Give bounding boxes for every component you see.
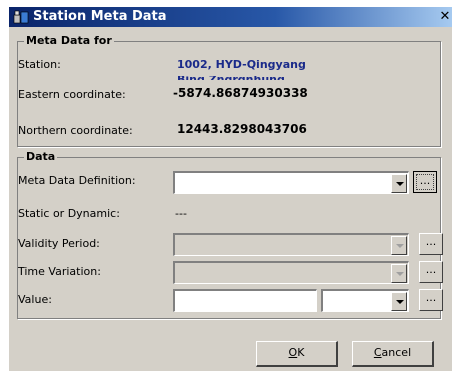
station-label: Station: bbox=[18, 58, 61, 71]
meta-data-definition-select[interactable] bbox=[173, 171, 409, 194]
eastern-coordinate-value: -5874.86874930338 bbox=[173, 86, 308, 100]
static-or-dynamic-value: --- bbox=[175, 207, 187, 220]
northern-coordinate-value: 12443.8298043706 bbox=[177, 122, 307, 136]
ok-label-rest: K bbox=[297, 346, 305, 359]
eastern-coordinate-label: Eastern coordinate: bbox=[18, 88, 126, 101]
station-app-icon bbox=[13, 10, 29, 24]
validity-period-browse-button[interactable]: ... bbox=[419, 233, 443, 255]
validity-period-select[interactable] bbox=[173, 233, 409, 256]
static-or-dynamic-label: Static or Dynamic: bbox=[18, 207, 120, 220]
station-value: 1002, HYD-Qingyang bbox=[177, 58, 306, 71]
station-value-overflow: Bing Zngrgnhung bbox=[177, 76, 285, 80]
value-unit-select[interactable] bbox=[321, 289, 409, 312]
chevron-down-icon[interactable] bbox=[391, 264, 407, 283]
northern-coordinate-label: Northern coordinate: bbox=[18, 124, 133, 137]
data-legend: Data bbox=[24, 150, 58, 163]
meta-data-definition-label: Meta Data Definition: bbox=[18, 174, 136, 187]
time-variation-label: Time Variation: bbox=[18, 265, 101, 278]
chevron-down-icon[interactable] bbox=[391, 236, 407, 255]
ok-accelerator: O bbox=[288, 346, 298, 359]
meta-data-definition-browse-button[interactable]: ... bbox=[413, 171, 437, 193]
chevron-down-icon[interactable] bbox=[391, 174, 407, 193]
title-bar[interactable]: Station Meta Data ✕ bbox=[9, 7, 452, 27]
validity-period-label: Validity Period: bbox=[18, 237, 100, 250]
ok-button[interactable]: OK bbox=[256, 341, 338, 367]
time-variation-browse-button[interactable]: ... bbox=[419, 261, 443, 283]
browse-label: ... bbox=[416, 174, 434, 190]
value-label: Value: bbox=[18, 293, 52, 306]
window-title: Station Meta Data bbox=[33, 9, 167, 24]
value-input[interactable] bbox=[173, 289, 317, 312]
cancel-accelerator: C bbox=[373, 346, 382, 359]
value-browse-button[interactable]: ... bbox=[419, 289, 443, 311]
close-icon[interactable]: ✕ bbox=[438, 9, 452, 25]
dialog-window: Station Meta Data ✕ Meta Data for Statio… bbox=[8, 6, 452, 371]
time-variation-select[interactable] bbox=[173, 261, 409, 284]
chevron-down-icon[interactable] bbox=[391, 292, 407, 311]
meta-data-legend: Meta Data for bbox=[24, 34, 114, 47]
meta-data-definition-value bbox=[175, 178, 178, 191]
cancel-button[interactable]: Cancel bbox=[352, 341, 434, 367]
cancel-label-rest: ancel bbox=[381, 346, 412, 359]
